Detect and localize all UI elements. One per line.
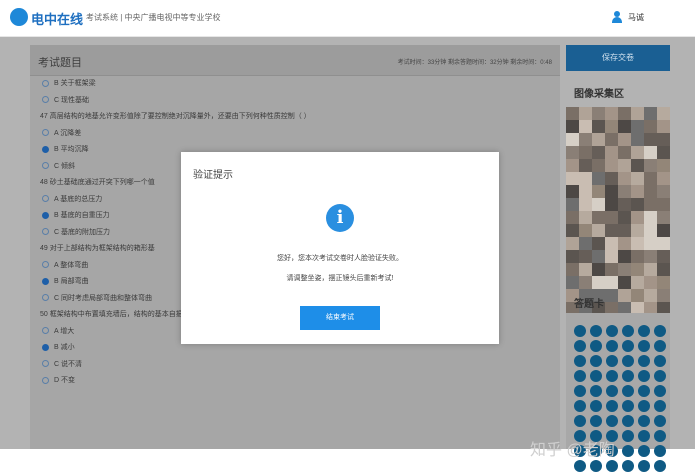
dialog-message-line2: 请调整坐姿，摆正镜头后重新考试! [286, 275, 394, 282]
dialog-message-line1: 您好，您本次考试交卷时人脸验证失败。 [277, 255, 403, 262]
verification-dialog: 验证提示 i 您好，您本次考试交卷时人脸验证失败。 请调整坐姿，摆正镜头后重新考… [181, 152, 499, 344]
watermark: 知乎 @老陶 [530, 442, 615, 459]
answer-card-item[interactable] [574, 460, 586, 472]
answer-card-item[interactable] [590, 460, 602, 472]
dialog-title: 验证提示 [193, 170, 233, 181]
answer-card-item[interactable] [622, 460, 634, 472]
answer-card-item[interactable] [654, 460, 666, 472]
info-icon: i [326, 204, 354, 232]
answer-card-item[interactable] [606, 460, 618, 472]
answer-card-item[interactable] [638, 460, 650, 472]
end-exam-button[interactable]: 结束考试 [300, 306, 380, 330]
